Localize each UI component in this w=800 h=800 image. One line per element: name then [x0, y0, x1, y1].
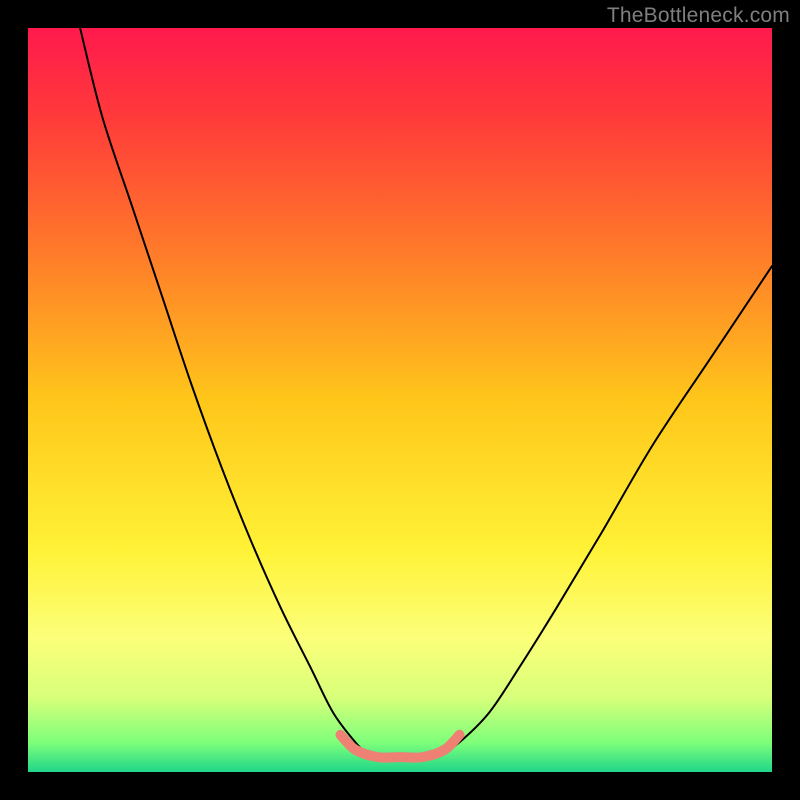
chart-svg — [28, 28, 772, 772]
gradient-background — [28, 28, 772, 772]
plot-area — [28, 28, 772, 772]
chart-frame: TheBottleneck.com — [0, 0, 800, 800]
attribution-label: TheBottleneck.com — [607, 4, 790, 28]
